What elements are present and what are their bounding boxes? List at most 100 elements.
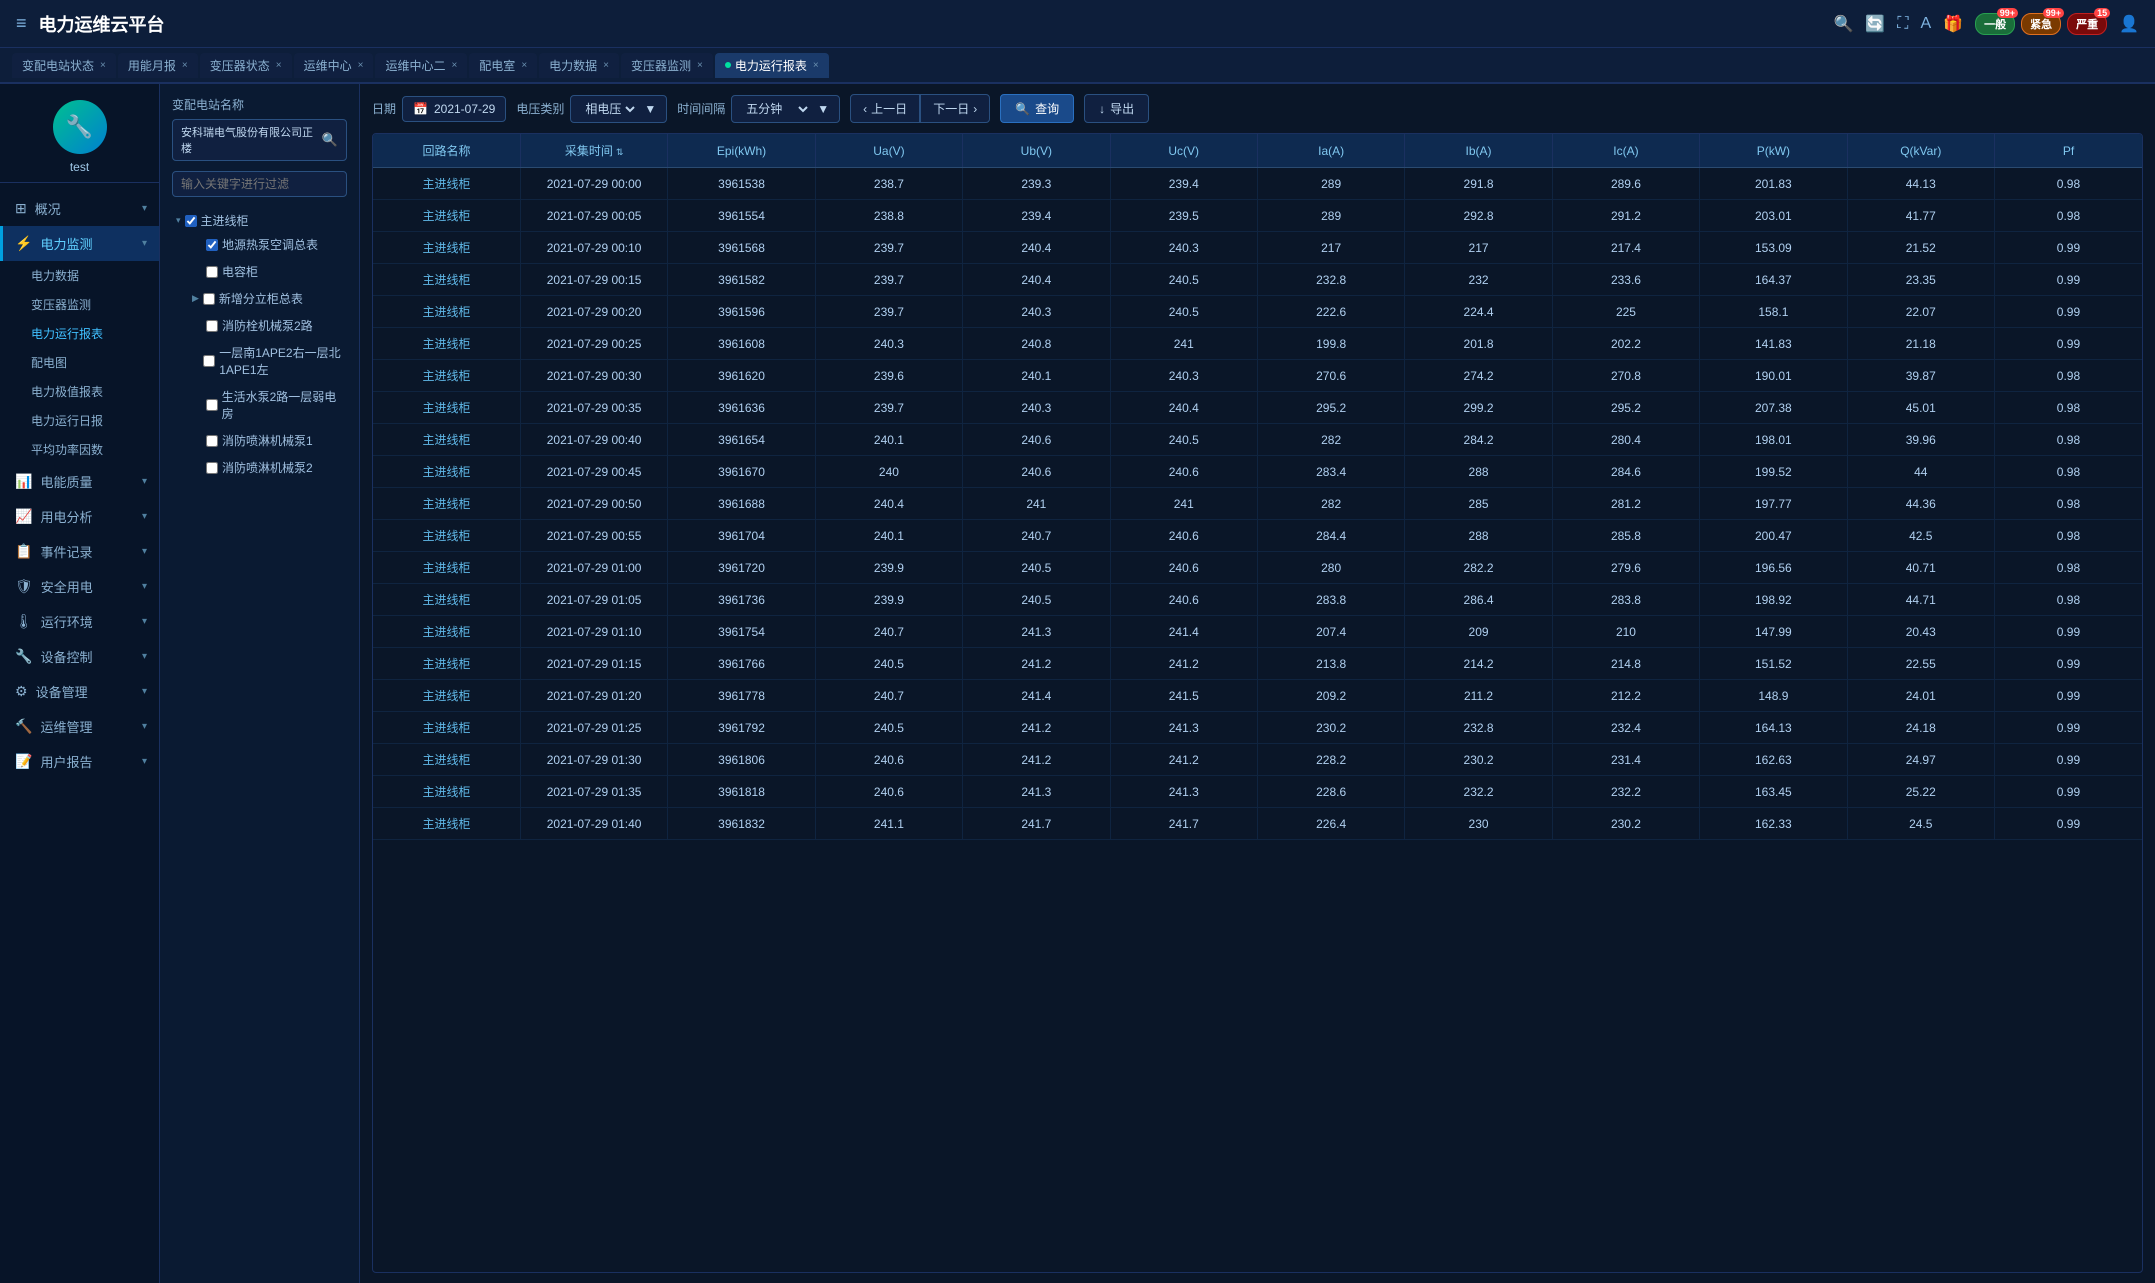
tree-child-row-5[interactable]: 生活水泵2路一层弱电房 <box>188 386 347 424</box>
table-row-20[interactable]: 主进线柜2021-07-29 01:403961832241.1241.7241… <box>373 808 2142 840</box>
sidebar-item-overview[interactable]: ⊞ 概况 ▾ <box>0 191 159 226</box>
table-row-16[interactable]: 主进线柜2021-07-29 01:203961778240.7241.4241… <box>373 680 2142 712</box>
tree-root-row[interactable]: ▾ 主进线柜 <box>172 210 347 231</box>
tab-close-tab9[interactable]: × <box>813 60 819 71</box>
tab-tab3[interactable]: 变压器状态× <box>200 53 292 78</box>
tab-tab6[interactable]: 配电室× <box>469 53 537 78</box>
sidebar-item-power-factor[interactable]: 平均功率因数 <box>12 435 159 464</box>
tree-child-checkbox-6[interactable] <box>206 435 218 447</box>
cell-18-route: 主进线柜 <box>373 744 520 776</box>
tree-child-checkbox-2[interactable] <box>203 293 215 305</box>
tab-tab8[interactable]: 变压器监测× <box>621 53 713 78</box>
tab-tab4[interactable]: 运维中心× <box>294 53 374 78</box>
tree-root-checkbox[interactable] <box>185 215 197 227</box>
tree-child-checkbox-4[interactable] <box>203 355 215 367</box>
tree-child-checkbox-1[interactable] <box>206 266 218 278</box>
station-search-icon[interactable]: 🔍 <box>322 132 338 148</box>
tree-child-checkbox-7[interactable] <box>206 462 218 474</box>
sidebar-item-extreme-report[interactable]: 电力极值报表 <box>12 377 159 406</box>
search-icon[interactable]: 🔍 <box>1833 14 1853 34</box>
badge-urgent[interactable]: 紧急 99+ <box>2021 13 2061 35</box>
table-row-4[interactable]: 主进线柜2021-07-29 00:203961596239.7240.3240… <box>373 296 2142 328</box>
tab-close-tab2[interactable]: × <box>182 60 188 71</box>
refresh-icon[interactable]: 🔄 <box>1865 14 1885 34</box>
tree-child-checkbox-0[interactable] <box>206 239 218 251</box>
tree-child-checkbox-3[interactable] <box>206 320 218 332</box>
tab-close-tab1[interactable]: × <box>100 60 106 71</box>
badge-general[interactable]: 一般 99+ <box>1975 13 2015 35</box>
tab-tab9[interactable]: 电力运行报表× <box>715 53 829 78</box>
sidebar-item-energy-analysis[interactable]: 📈 用电分析 ▾ <box>0 499 159 534</box>
table-row-18[interactable]: 主进线柜2021-07-29 01:303961806240.6241.2241… <box>373 744 2142 776</box>
table-row-10[interactable]: 主进线柜2021-07-29 00:503961688240.424124128… <box>373 488 2142 520</box>
sidebar-item-device-control[interactable]: 🔧 设备控制 ▾ <box>0 639 159 674</box>
sidebar-item-safe-power[interactable]: 🛡 安全用电 ▾ <box>0 569 159 604</box>
table-row-11[interactable]: 主进线柜2021-07-29 00:553961704240.1240.7240… <box>373 520 2142 552</box>
voltage-select[interactable]: 相电压 线电压 <box>581 101 638 117</box>
table-row-0[interactable]: 主进线柜2021-07-29 00:003961538238.7239.3239… <box>373 168 2142 200</box>
sidebar-item-distribution[interactable]: 配电图 <box>12 348 159 377</box>
tree-child-checkbox-5[interactable] <box>206 399 218 411</box>
tree-filter-input[interactable] <box>172 171 347 197</box>
user-icon[interactable]: 👤 <box>2119 14 2139 34</box>
tab-tab7[interactable]: 电力数据× <box>539 53 619 78</box>
table-row-17[interactable]: 主进线柜2021-07-29 01:253961792240.5241.2241… <box>373 712 2142 744</box>
menu-icon[interactable]: ≡ <box>16 13 27 34</box>
tab-close-tab3[interactable]: × <box>276 60 282 71</box>
sidebar-item-device-manage[interactable]: ⚙ 设备管理 ▾ <box>0 674 159 709</box>
prev-day-button[interactable]: ‹ 上一日 <box>850 94 920 123</box>
interval-select[interactable]: 五分钟 十五分钟 三十分钟 一小时 <box>742 101 811 117</box>
tab-close-tab7[interactable]: × <box>603 60 609 71</box>
query-button[interactable]: 🔍 查询 <box>1000 94 1074 123</box>
tree-child-row-2[interactable]: ▶ 新增分立柜总表 <box>188 288 347 309</box>
voltage-select-wrap[interactable]: 相电压 线电压 ▼ <box>570 95 667 123</box>
table-row-8[interactable]: 主进线柜2021-07-29 00:403961654240.1240.6240… <box>373 424 2142 456</box>
tab-close-tab4[interactable]: × <box>358 60 364 71</box>
table-row-13[interactable]: 主进线柜2021-07-29 01:053961736239.9240.5240… <box>373 584 2142 616</box>
font-icon[interactable]: A <box>1920 15 1931 33</box>
sidebar-chevron-device-manage: ▾ <box>142 686 147 697</box>
tab-tab2[interactable]: 用能月报× <box>118 53 198 78</box>
tab-tab5[interactable]: 运维中心二× <box>375 53 467 78</box>
gift-icon[interactable]: 🎁 <box>1943 14 1963 34</box>
sidebar-item-transformer-monitor[interactable]: 变压器监测 <box>12 290 159 319</box>
badge-severe[interactable]: 严重 15 <box>2067 13 2107 35</box>
table-row-12[interactable]: 主进线柜2021-07-29 01:003961720239.9240.5240… <box>373 552 2142 584</box>
tree-child-row-1[interactable]: 电容柜 <box>188 261 347 282</box>
table-row-2[interactable]: 主进线柜2021-07-29 00:103961568239.7240.4240… <box>373 232 2142 264</box>
tab-tab1[interactable]: 变配电站状态× <box>12 53 116 78</box>
col-header-time[interactable]: 采集时间⇅ <box>520 134 667 168</box>
sidebar-item-run-env[interactable]: 🌡 运行环境 ▾ <box>0 604 159 639</box>
table-row-6[interactable]: 主进线柜2021-07-29 00:303961620239.6240.1240… <box>373 360 2142 392</box>
sidebar-item-power-data[interactable]: 电力数据 <box>12 261 159 290</box>
tree-child-row-0[interactable]: 地源热泵空调总表 <box>188 234 347 255</box>
table-row-3[interactable]: 主进线柜2021-07-29 00:153961582239.7240.4240… <box>373 264 2142 296</box>
table-row-14[interactable]: 主进线柜2021-07-29 01:103961754240.7241.3241… <box>373 616 2142 648</box>
table-row-19[interactable]: 主进线柜2021-07-29 01:353961818240.6241.3241… <box>373 776 2142 808</box>
next-day-button[interactable]: 下一日 › <box>920 94 990 123</box>
sidebar-item-user-report[interactable]: 📝 用户报告 ▾ <box>0 744 159 779</box>
table-row-1[interactable]: 主进线柜2021-07-29 00:053961554238.8239.4239… <box>373 200 2142 232</box>
cell-9-uc: 240.6 <box>1110 456 1257 488</box>
sidebar-item-power-monitor[interactable]: ⚡ 电力监测 ▾ <box>0 226 159 261</box>
sidebar-item-power-report[interactable]: 电力运行报表 <box>12 319 159 348</box>
tab-close-tab5[interactable]: × <box>451 60 457 71</box>
sidebar-item-energy-quality[interactable]: 📊 电能质量 ▾ <box>0 464 159 499</box>
sidebar-item-event-record[interactable]: 📋 事件记录 ▾ <box>0 534 159 569</box>
fullscreen-icon[interactable]: ⛶ <box>1897 15 1908 33</box>
interval-select-wrap[interactable]: 五分钟 十五分钟 三十分钟 一小时 ▼ <box>731 95 840 123</box>
table-row-5[interactable]: 主进线柜2021-07-29 00:253961608240.3240.8241… <box>373 328 2142 360</box>
table-row-15[interactable]: 主进线柜2021-07-29 01:153961766240.5241.2241… <box>373 648 2142 680</box>
tree-child-row-7[interactable]: 消防喷淋机械泵2 <box>188 457 347 478</box>
sidebar-item-ops-manage[interactable]: 🔨 运维管理 ▾ <box>0 709 159 744</box>
tree-child-row-3[interactable]: 消防栓机械泵2路 <box>188 315 347 336</box>
export-button[interactable]: ↓ 导出 <box>1084 94 1149 123</box>
table-row-7[interactable]: 主进线柜2021-07-29 00:353961636239.7240.3240… <box>373 392 2142 424</box>
tab-close-tab8[interactable]: × <box>697 60 703 71</box>
table-row-9[interactable]: 主进线柜2021-07-29 00:453961670240240.6240.6… <box>373 456 2142 488</box>
tree-child-row-4[interactable]: 一层南1APE2右一层北1APE1左 <box>188 342 347 380</box>
tree-child-row-6[interactable]: 消防喷淋机械泵1 <box>188 430 347 451</box>
date-input[interactable]: 📅 2021-07-29 <box>402 96 506 122</box>
tab-close-tab6[interactable]: × <box>521 60 527 71</box>
sidebar-item-daily-report[interactable]: 电力运行日报 <box>12 406 159 435</box>
